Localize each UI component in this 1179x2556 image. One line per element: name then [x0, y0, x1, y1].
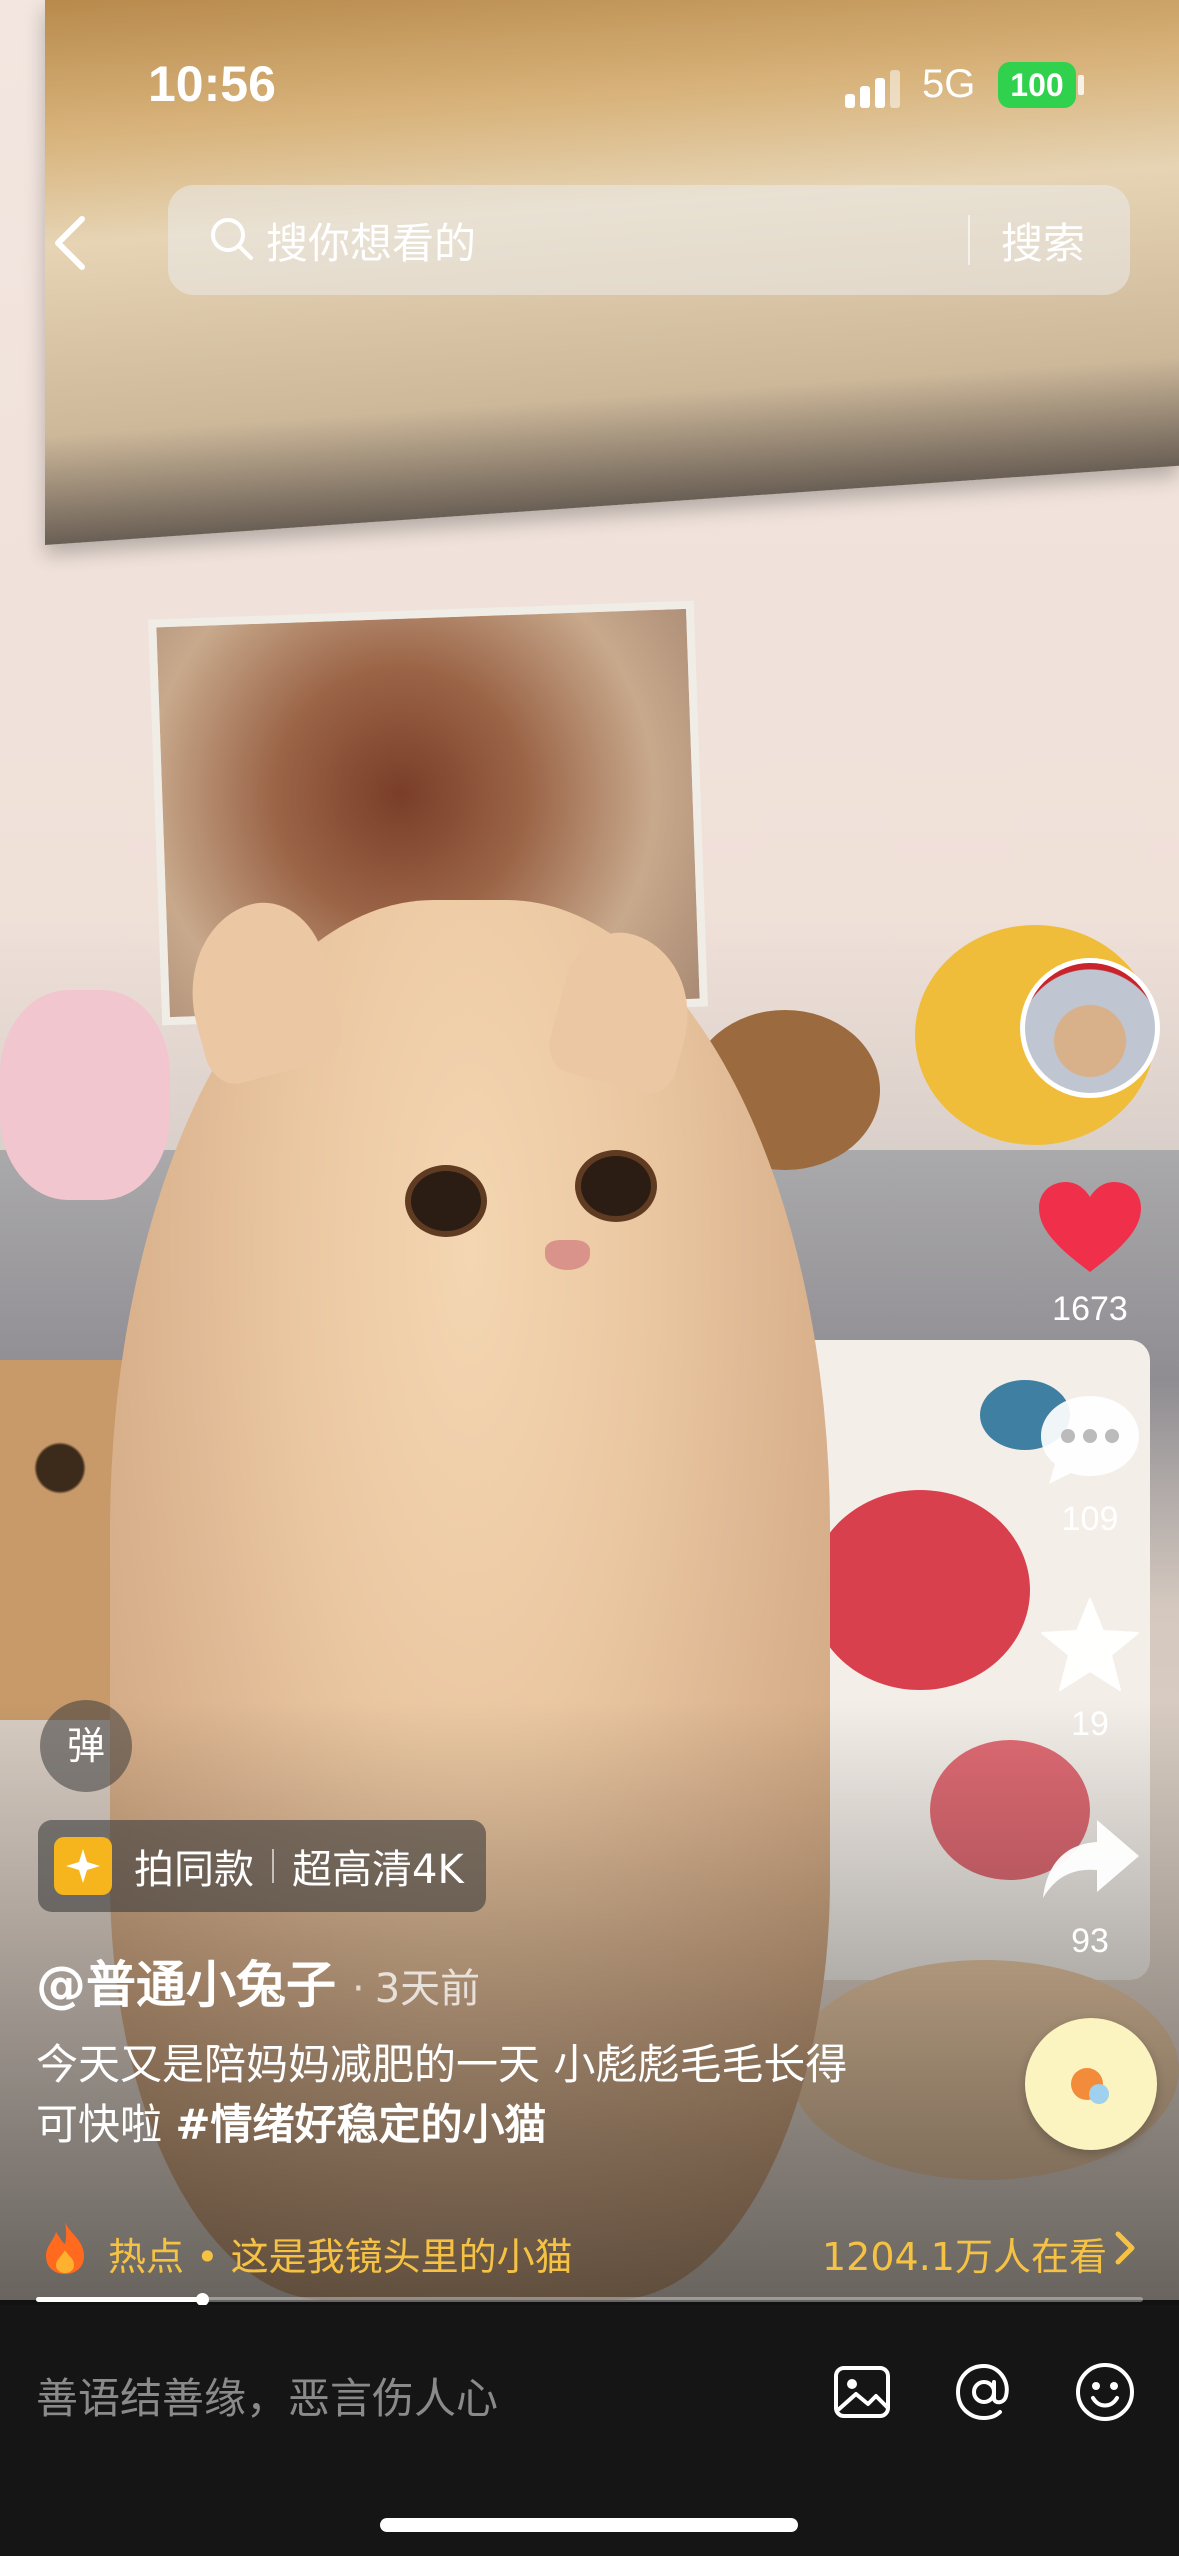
share-icon [1043, 1820, 1139, 1898]
video-screen: 10:56 5G 100 搜你想看的 搜索 1673 109 19 93 弹 拍… [0, 0, 1179, 2556]
comment-icon [1041, 1396, 1139, 1484]
cat-eye-image [405, 1165, 487, 1237]
progress-fill [36, 2297, 203, 2302]
playback-progress[interactable] [36, 2293, 1143, 2306]
emoji-icon[interactable] [1073, 2360, 1137, 2424]
search-button[interactable]: 搜索 [1001, 210, 1085, 271]
cat-eye-image [575, 1150, 657, 1222]
status-time: 10:56 [148, 56, 276, 112]
heart-icon [1039, 1182, 1141, 1272]
hashtag-link[interactable]: #情绪好稳定的小猫 [175, 2100, 546, 2149]
favorite-count: 19 [1071, 1705, 1109, 1743]
hot-topic-bar[interactable]: 热点 • 这是我镜头里的小猫 1204.1万人在看 [0, 2198, 1179, 2298]
favorite-button[interactable]: 19 [1020, 1595, 1160, 1744]
chevron-right-icon [1115, 2231, 1135, 2265]
search-icon [211, 218, 253, 260]
danmu-toggle-button[interactable]: 弹 [40, 1700, 132, 1792]
same-style-divider [272, 1849, 274, 1883]
chevron-left-icon [55, 215, 85, 270]
search-divider [968, 215, 970, 265]
search-input[interactable]: 搜你想看的 [266, 210, 476, 271]
like-count: 1673 [1052, 1290, 1128, 1328]
quality-label: 超高清4K [292, 1847, 464, 1893]
separator-dot: · [352, 1966, 365, 2012]
author-line: @普通小兔子 · 3天前 [36, 1945, 480, 2017]
post-time: 3天前 [374, 1966, 481, 2012]
comment-count: 109 [1061, 1500, 1119, 1538]
battery-cap [1078, 75, 1084, 95]
star-icon [1041, 1598, 1139, 1691]
post-caption[interactable]: 今天又是陪妈妈减肥的一天 小彪彪毛毛长得可快啦 #情绪好稳定的小猫 [36, 2035, 886, 2155]
search-bar[interactable]: 搜你想看的 搜索 [168, 185, 1130, 295]
signal-icon [845, 70, 905, 108]
author-name[interactable]: @普通小兔子 [36, 1956, 336, 2014]
battery-icon: 100 [998, 62, 1076, 108]
author-avatar[interactable] [1020, 958, 1160, 1098]
share-count: 93 [1071, 1922, 1109, 1960]
sparkle-icon [54, 1837, 112, 1895]
comment-button[interactable]: 109 [1020, 1390, 1160, 1539]
floating-activity-button[interactable] [1025, 2018, 1157, 2150]
comment-input[interactable]: 善语结善缘，恶言伤人心 [36, 2365, 498, 2426]
plush-toy-image [0, 990, 170, 1200]
fire-icon [46, 2222, 84, 2274]
home-indicator[interactable] [380, 2518, 798, 2532]
same-style-label: 拍同款 [134, 1847, 254, 1893]
share-button[interactable]: 93 [1020, 1812, 1160, 1961]
hot-topic-label: 热点 • 这是我镜头里的小猫 [108, 2235, 573, 2279]
at-mention-icon[interactable] [952, 2360, 1016, 2424]
comment-bar: 善语结善缘，恶言伤人心 [0, 2305, 1179, 2556]
same-style-chip[interactable]: 拍同款 超高清4K [38, 1820, 486, 1912]
mascot-icon [1071, 2068, 1109, 2104]
viewer-count: 1204.1万人在看 [822, 2235, 1107, 2279]
cat-nose-image [545, 1240, 590, 1270]
status-bar: 10:56 5G 100 [0, 0, 1179, 170]
network-type: 5G [922, 62, 976, 106]
like-button[interactable]: 1673 [1020, 1180, 1160, 1329]
back-button[interactable] [40, 205, 100, 280]
image-icon[interactable] [830, 2360, 894, 2424]
